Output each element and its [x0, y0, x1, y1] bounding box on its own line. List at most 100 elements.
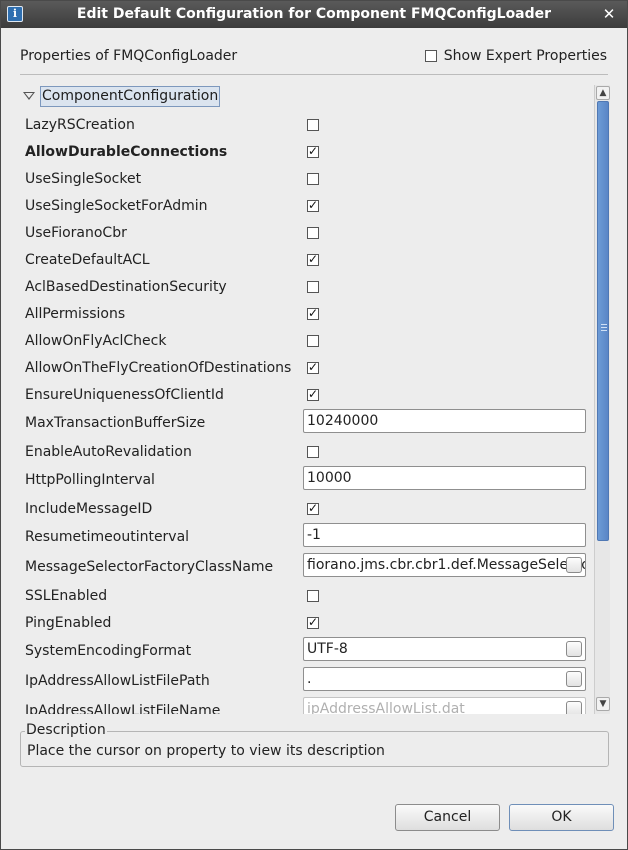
property-name: AllowOnFlyAclCheck [25, 332, 167, 349]
show-expert-label: Show Expert Properties [443, 48, 607, 64]
property-value: fiorano.jms.cbr.cbr1.def.MessageSelecto [307, 557, 586, 573]
property-row[interactable]: AllowOnFlyAclCheck [25, 327, 600, 354]
property-checkbox[interactable] [307, 445, 319, 458]
property-name: EnsureUniquenessOfClientId [25, 386, 224, 403]
app-info-icon: i [7, 6, 23, 22]
dialog-title: Edit Default Configuration for Component… [76, 6, 552, 22]
property-value-field[interactable]: UTF-8 [303, 637, 586, 661]
property-value: 10240000 [307, 413, 379, 429]
property-checkbox[interactable] [307, 252, 319, 266]
property-name: IpAddressAllowListFileName [25, 703, 221, 714]
property-row[interactable]: Resumetimeoutinterval -1 [25, 522, 600, 552]
property-row[interactable]: MaxTransactionBufferSize 10240000 [25, 408, 600, 438]
ok-button[interactable]: OK [509, 804, 614, 831]
property-name: UseSingleSocketForAdmin [25, 197, 208, 214]
property-name: PingEnabled [25, 614, 112, 631]
property-value-field[interactable]: fiorano.jms.cbr.cbr1.def.MessageSelecto [303, 553, 586, 577]
property-checkbox[interactable] [307, 198, 319, 212]
property-name: IncludeMessageID [25, 500, 153, 517]
property-checkbox[interactable] [307, 615, 319, 629]
property-row[interactable]: AclBasedDestinationSecurity [25, 273, 600, 300]
property-name: UseFioranoCbr [25, 224, 127, 241]
group-component-configuration[interactable]: ComponentConfiguration [20, 85, 221, 107]
property-value: . [307, 671, 312, 687]
property-row[interactable]: IpAddressAllowListFileName ipAddressAllow… [25, 696, 600, 714]
property-name: IpAddressAllowListFilePath [25, 673, 210, 689]
property-row[interactable]: EnsureUniquenessOfClientId [25, 381, 600, 408]
scroll-thumb[interactable] [597, 101, 609, 541]
property-name: CreateDefaultACL [25, 251, 150, 268]
property-row[interactable]: UseFioranoCbr [25, 219, 600, 246]
property-row[interactable]: HttpPollingInterval 10000 [25, 465, 600, 495]
vertical-scrollbar[interactable]: ▲ ▼ [594, 85, 610, 714]
property-row[interactable]: PingEnabled [25, 609, 600, 636]
property-value-field[interactable]: ipAddressAllowList.dat [303, 697, 586, 714]
scroll-down-icon[interactable]: ▼ [596, 697, 610, 711]
property-name: UseSingleSocket [25, 170, 142, 187]
property-name: AllowDurableConnections [25, 143, 228, 160]
grip-icon [601, 324, 607, 331]
property-name: AllowOnTheFlyCreationOfDestinations [25, 359, 292, 376]
property-checkbox[interactable] [307, 360, 319, 374]
close-icon[interactable]: ✕ [601, 5, 617, 23]
property-row[interactable]: AllowOnTheFlyCreationOfDestinations [25, 354, 600, 381]
property-checkbox[interactable] [307, 589, 319, 602]
property-row[interactable]: UseSingleSocketForAdmin [25, 192, 600, 219]
title-bar[interactable]: i Edit Default Configuration for Compone… [1, 1, 627, 28]
property-name: AllPermissions [25, 305, 126, 322]
property-row[interactable]: AllowDurableConnections [25, 138, 600, 165]
property-value-field[interactable]: 10000 [303, 466, 586, 490]
ellipsis-edit-icon[interactable] [566, 641, 582, 657]
description-title: Description [25, 722, 107, 738]
property-value: ipAddressAllowList.dat [307, 701, 465, 714]
scroll-up-icon[interactable]: ▲ [596, 86, 610, 100]
property-value-field[interactable]: . [303, 667, 586, 691]
property-row[interactable]: IpAddressAllowListFilePath. [25, 666, 600, 696]
property-name: SSLEnabled [25, 587, 108, 604]
property-name: EnableAutoRevalidation [25, 443, 192, 460]
cancel-button[interactable]: Cancel [395, 804, 500, 831]
property-row[interactable]: IncludeMessageID [25, 495, 600, 522]
properties-header-label: Properties of FMQConfigLoader [20, 48, 238, 64]
property-row[interactable]: SystemEncodingFormat UTF-8 [25, 636, 600, 666]
property-row[interactable]: SSLEnabled [25, 582, 600, 609]
property-name: HttpPollingInterval [25, 472, 155, 488]
property-name: MessageSelectorFactoryClassName [25, 559, 274, 575]
property-row[interactable]: MessageSelectorFactoryClassName fiorano.j… [25, 552, 600, 582]
ellipsis-edit-icon[interactable] [566, 671, 582, 687]
triangle-down-icon[interactable] [23, 92, 35, 100]
group-label[interactable]: ComponentConfiguration [40, 85, 221, 107]
property-name: LazyRSCreation [25, 116, 135, 133]
property-sheet: ComponentConfiguration LazyRSCreation All… [20, 85, 610, 714]
header-divider [20, 74, 608, 75]
property-checkbox[interactable] [307, 226, 319, 239]
property-name: Resumetimeoutinterval [25, 529, 190, 545]
dialog-window: i Edit Default Configuration for Compone… [0, 0, 628, 850]
property-row[interactable]: CreateDefaultACL [25, 246, 600, 273]
property-value: UTF-8 [307, 641, 348, 657]
property-value: 10000 [307, 470, 352, 486]
property-value-field[interactable]: 10240000 [303, 409, 586, 433]
property-name: MaxTransactionBufferSize [25, 415, 206, 431]
property-row[interactable]: LazyRSCreation [25, 111, 600, 138]
description-text: Place the cursor on property to view its… [27, 743, 385, 759]
property-checkbox[interactable] [307, 334, 319, 347]
property-checkbox[interactable] [307, 280, 319, 293]
property-row[interactable]: AllPermissions [25, 300, 600, 327]
property-value-field[interactable]: -1 [303, 523, 586, 547]
show-expert-properties-toggle[interactable]: Show Expert Properties [424, 48, 607, 64]
property-name: SystemEncodingFormat [25, 643, 192, 659]
ellipsis-edit-icon[interactable] [566, 557, 582, 573]
property-checkbox[interactable] [307, 306, 319, 320]
property-checkbox[interactable] [307, 172, 319, 185]
property-value: -1 [307, 527, 321, 543]
property-row[interactable]: EnableAutoRevalidation [25, 438, 600, 465]
property-checkbox[interactable] [307, 144, 319, 158]
property-checkbox[interactable] [307, 387, 319, 401]
property-name: AclBasedDestinationSecurity [25, 278, 227, 295]
property-checkbox[interactable] [307, 501, 319, 515]
ellipsis-edit-icon[interactable] [566, 701, 582, 714]
show-expert-checkbox[interactable] [424, 50, 437, 62]
property-row[interactable]: UseSingleSocket [25, 165, 600, 192]
property-checkbox[interactable] [307, 118, 319, 131]
